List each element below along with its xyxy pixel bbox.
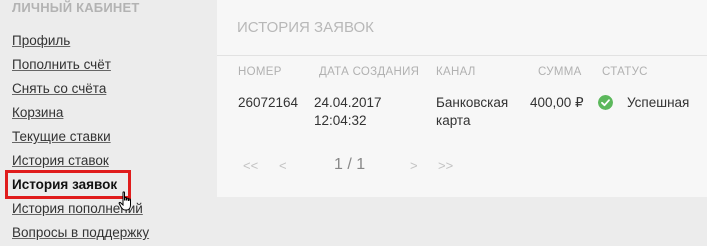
sidebar-item-cart[interactable]: Корзина: [12, 105, 63, 120]
cell-channel-line2: карта: [436, 113, 471, 128]
hand-cursor-icon: [118, 191, 131, 211]
cell-time: 12:04:32: [314, 113, 367, 128]
sidebar-item-deposit[interactable]: Пополнить счёт: [12, 57, 111, 72]
pager-info: 1 / 1: [334, 156, 366, 173]
pager-last-button[interactable]: >>: [438, 158, 453, 173]
cell-status: Успешная: [627, 95, 690, 110]
panel-title: ИСТОРИЯ ЗАЯВОК: [237, 19, 374, 36]
pager-first-button[interactable]: <<: [243, 158, 258, 173]
sidebar-item-withdraw[interactable]: Снять со счёта: [12, 81, 106, 96]
active-item-highlight: [5, 170, 131, 199]
sidebar-item-profile[interactable]: Профиль: [12, 33, 70, 48]
request-history-panel: ИСТОРИЯ ЗАЯВОК НОМЕР ДАТА СОЗДАНИЯ КАНАЛ…: [217, 0, 707, 197]
cell-channel-line1: Банковская: [436, 95, 509, 110]
sidebar-title: ЛИЧНЫЙ КАБИНЕТ: [12, 0, 140, 15]
check-circle-icon: [598, 95, 613, 110]
sidebar-item-bet-history[interactable]: История ставок: [12, 153, 109, 168]
column-header-status: СТАТУС: [602, 66, 648, 78]
column-header-number: НОМЕР: [238, 66, 282, 78]
sidebar: ЛИЧНЫЙ КАБИНЕТ Профиль Пополнить счёт Сн…: [0, 0, 205, 246]
column-header-channel: КАНАЛ: [436, 66, 476, 78]
column-header-amount: СУММА: [538, 66, 582, 78]
column-header-date: ДАТА СОЗДАНИЯ: [319, 66, 420, 78]
sidebar-item-support-questions[interactable]: Вопросы в поддержку: [12, 225, 149, 240]
cell-number: 26072164: [238, 95, 299, 110]
cell-date: 24.04.2017: [314, 95, 382, 110]
title-divider: [217, 55, 707, 56]
sidebar-item-current-bets[interactable]: Текущие ставки: [12, 129, 111, 144]
pager-prev-button[interactable]: <: [279, 158, 287, 173]
cell-amount: 400,00 ₽: [530, 95, 584, 110]
pager-next-button[interactable]: >: [410, 158, 418, 173]
